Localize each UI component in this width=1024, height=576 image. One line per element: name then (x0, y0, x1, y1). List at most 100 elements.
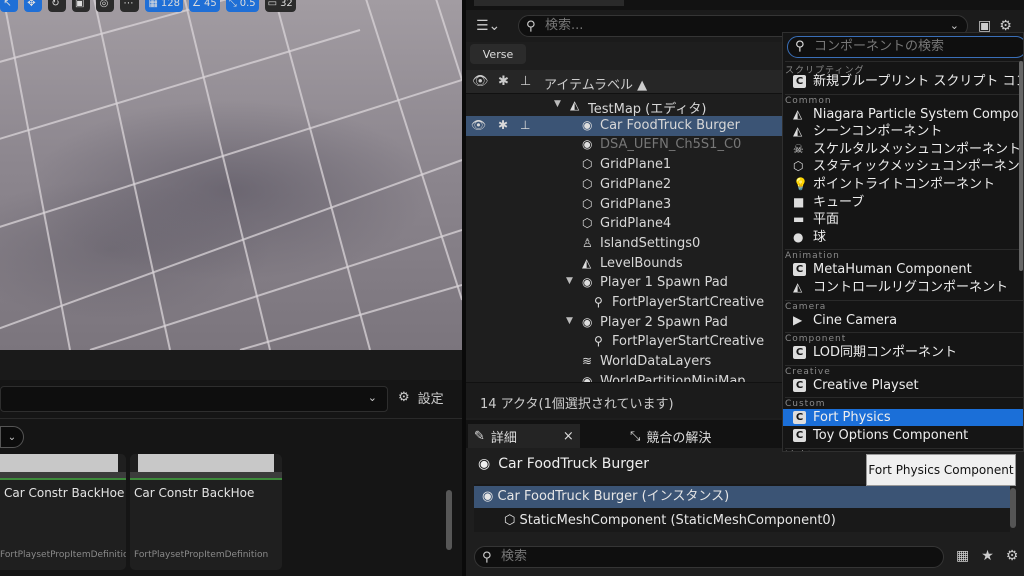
verse-button[interactable]: Verse (470, 44, 526, 64)
layers-icon: ≋ (582, 354, 593, 369)
filter-dropdown-button[interactable]: ⌄ (0, 426, 24, 448)
eye-icon[interactable]: 👁 (472, 74, 489, 89)
viewport-tool-button[interactable]: ⤡ 0.5 (225, 0, 259, 12)
tab-details[interactable]: ✎ 詳細 × (468, 424, 580, 448)
expand-arrow-icon[interactable]: ▼ (566, 316, 573, 326)
menu-item-label: LOD同期コンポーネント (813, 345, 958, 361)
asset-tile[interactable]: Car Constr BackHoe FortPlaysetPropItemDe… (130, 454, 282, 570)
tab-outliner[interactable] (474, 0, 624, 6)
viewport-tool-value: 0.5 (239, 0, 256, 9)
static-mesh-icon: ⬡ (582, 216, 593, 231)
component-row[interactable]: ◉ Car FoodTruck Burger (インスタンス) (474, 486, 1010, 508)
search-icon: ⚲ (795, 39, 805, 54)
menu-item[interactable]: ◭ コントロールリグコンポーネント (783, 279, 1023, 296)
tab-merge[interactable]: ⤡ 競合の解決 (624, 424, 717, 448)
tab-merge-label: 競合の解決 (646, 430, 712, 446)
outliner-row-label: GridPlane4 (600, 216, 672, 232)
menu-scrollbar[interactable] (1019, 61, 1023, 271)
content-scrollbar[interactable] (446, 490, 452, 550)
menu-item[interactable]: ☠ スケルタルメッシュコンポーネント (783, 141, 1023, 158)
column-item-label[interactable]: アイテムラベル ▲ (544, 74, 647, 93)
rotation-snap-icon: ∠ (192, 0, 201, 9)
divider (0, 418, 462, 419)
asset-thumbnail (0, 454, 118, 472)
content-path-dropdown[interactable]: ⌄ (0, 386, 388, 412)
world-icon: ◎ (99, 0, 109, 9)
menu-category-header: Custom (785, 397, 1023, 409)
eye-icon[interactable]: 👁 (471, 118, 486, 132)
viewport-tool-button[interactable]: ▣ (72, 0, 91, 12)
table-view-icon[interactable]: ▦ (956, 548, 969, 564)
player-start-icon: ⚲ (594, 334, 603, 349)
outliner-tab-bar (466, 0, 1024, 10)
viewport-tool-button[interactable]: ▦ 128 (145, 0, 183, 12)
tab-details-label: 詳細 (490, 430, 517, 446)
viewport-tool-button[interactable]: ∠ 45 (189, 0, 220, 12)
menu-item[interactable]: ◭ シーンコンポーネント (783, 123, 1023, 140)
pin-icon[interactable]: ⊥ (520, 118, 530, 132)
close-icon[interactable]: × (563, 429, 574, 444)
content-settings-button[interactable]: ⚙ 設定 (398, 388, 444, 407)
scale-snap-icon: ⤡ (228, 0, 237, 9)
asset-type: FortPlaysetPropItemDefinition (0, 550, 126, 560)
outliner-row-label: Car FoodTruck Burger (600, 117, 740, 133)
menu-item[interactable]: ⬡ スタティックメッシュコンポーネント (783, 158, 1023, 175)
viewport-tool-button[interactable]: ⋯ (120, 0, 140, 12)
merge-icon: ⤡ (630, 428, 641, 444)
menu-item[interactable]: ◭ Niagara Particle System Componen (783, 106, 1023, 123)
outliner-search-placeholder: 検索... (545, 18, 584, 33)
grid-snap-icon: ▦ (148, 0, 158, 9)
search-icon: ⚲ (482, 550, 492, 565)
menu-item[interactable]: ▬ 平面 (783, 211, 1023, 228)
menu-item-label: 新規ブループリント スクリプト コンポ (813, 74, 1024, 89)
menu-item[interactable]: ▶ Cine Camera (783, 312, 1023, 329)
class-icon: C (793, 378, 806, 392)
viewport-tool-button[interactable]: ✥ (24, 0, 42, 12)
menu-category-header: Component (785, 332, 1023, 344)
menu-item[interactable]: ■ キューブ (783, 194, 1023, 211)
skeleton-icon: ☠ (793, 141, 804, 156)
component-row[interactable]: ⬡ StaticMeshComponent (StaticMeshCompone… (474, 510, 1010, 532)
component-row-label: Car FoodTruck Burger (インスタンス) (497, 489, 730, 504)
menu-item-label: スタティックメッシュコンポーネント (813, 159, 1024, 175)
star-icon[interactable]: ✱ (498, 118, 508, 132)
details-search-input[interactable]: ⚲ 検索 (474, 546, 944, 568)
expand-arrow-icon[interactable]: ▼ (566, 276, 573, 286)
menu-item-label: ポイントライトコンポーネント (813, 177, 996, 192)
expand-arrow-icon[interactable]: ▼ (554, 99, 561, 109)
pencil-icon: ✎ (474, 428, 485, 444)
filter-icon[interactable]: ☰⌄ (476, 18, 500, 34)
viewport-tool-value: 45 (203, 0, 217, 9)
menu-item-label: Creative Playset (813, 377, 919, 393)
menu-item[interactable]: C 新規ブループリント スクリプト コンポ (783, 73, 1023, 90)
details-actor-name: ◉ Car FoodTruck Burger (478, 456, 649, 472)
star-icon[interactable]: ★ (981, 548, 994, 564)
viewport-toolbar: ↖ ✥ ↻ ▣ ◎ ⋯ ▦ 128 ∠ 45 ⤡ 0.5 ▭ 32 (0, 0, 296, 12)
viewport-tool-button[interactable]: ↻ (48, 0, 66, 12)
menu-item[interactable]: C MetaHuman Component (783, 261, 1023, 278)
viewport-tool-button[interactable]: ↖ (0, 0, 18, 12)
menu-item[interactable]: C Fort Physics (783, 409, 1023, 427)
control-rig-icon: ◭ (793, 280, 803, 294)
menu-item[interactable]: C Creative Playset (783, 377, 1023, 394)
level-viewport[interactable]: ↖ ✥ ↻ ▣ ◎ ⋯ ▦ 128 ∠ 45 ⤡ 0.5 ▭ 32 (0, 0, 462, 350)
static-mesh-icon: ⬡ (582, 196, 593, 211)
component-search-input[interactable]: ⚲ コンポーネントの検索 (787, 36, 1023, 58)
sphere-icon: ● (793, 229, 804, 244)
static-mesh-icon: ⬡ (504, 513, 520, 528)
move-icon: ✥ (27, 0, 36, 9)
pin-icon[interactable]: ⊥ (520, 74, 531, 89)
asset-tile[interactable]: Car Constr BackHoe FortPlaysetPropItemDe… (0, 454, 126, 570)
menu-item-label: Cine Camera (813, 312, 898, 328)
details-scrollbar[interactable] (1010, 488, 1016, 528)
viewport-tool-button[interactable]: ◎ (96, 0, 115, 12)
select-icon: ↖ (3, 0, 12, 9)
gear-icon[interactable]: ⚙ (1006, 548, 1019, 564)
menu-item[interactable]: 💡 ポイントライトコンポーネント (783, 176, 1023, 193)
star-icon[interactable]: ✱ (498, 74, 509, 89)
menu-item[interactable]: C LOD同期コンポーネント (783, 344, 1023, 361)
viewport-tool-button[interactable]: ▭ 32 (264, 0, 296, 12)
menu-item[interactable]: ● 球 (783, 229, 1023, 246)
menu-item[interactable]: C Toy Options Component (783, 427, 1023, 444)
menu-category-header: Animation (785, 249, 1023, 261)
